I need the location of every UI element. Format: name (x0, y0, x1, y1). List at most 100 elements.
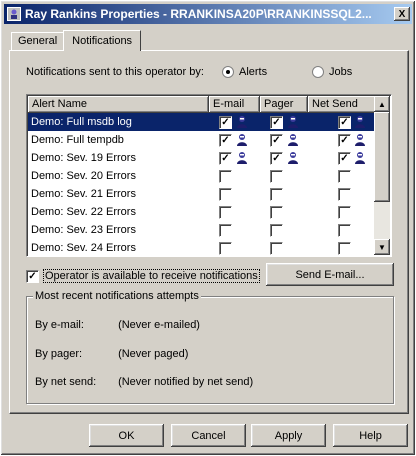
email-notify-cell (209, 113, 260, 131)
email-notify-checkbox[interactable] (219, 116, 232, 129)
apply-button[interactable]: Apply (251, 424, 326, 447)
email-notify-checkbox[interactable] (219, 242, 232, 255)
list-header: Alert Name E-mail Pager Net Send (28, 96, 380, 113)
alert-name-cell: Demo: Sev. 22 Errors (31, 206, 136, 218)
send-email-button[interactable]: Send E-mail... (266, 263, 394, 286)
column-email[interactable]: E-mail (209, 96, 260, 113)
table-row[interactable]: Demo: Sev. 23 Errors (28, 221, 380, 239)
pager-notify-checkbox[interactable] (270, 152, 283, 165)
properties-dialog: Ray Rankins Properties - RRANKINSA20P\RR… (0, 0, 416, 456)
table-row[interactable]: Demo: Sev. 21 Errors (28, 185, 380, 203)
email-notify-checkbox[interactable] (219, 134, 232, 147)
email-notify-cell (209, 185, 260, 203)
column-pager[interactable]: Pager (260, 96, 308, 113)
netsend-notify-checkbox[interactable] (338, 188, 351, 201)
pager-notify-cell (260, 149, 308, 167)
radio-alerts[interactable]: Alerts (222, 66, 267, 78)
operator-icon (353, 151, 367, 165)
tab-notifications[interactable]: Notifications (63, 30, 142, 51)
email-notify-cell (209, 131, 260, 149)
radio-alerts-indicator (222, 66, 234, 78)
pager-notify-cell (260, 221, 308, 239)
cancel-button[interactable]: Cancel (171, 424, 246, 447)
recent-pager-label: By pager: (35, 348, 83, 360)
netsend-notify-cell (308, 185, 380, 203)
netsend-notify-checkbox[interactable] (338, 170, 351, 183)
pager-notify-cell (260, 203, 308, 221)
alert-name-cell: Demo: Full msdb log (28, 113, 209, 131)
group-title: Most recent notifications attempts (33, 290, 201, 302)
recent-pager-row: By pager: (Never paged) (35, 348, 188, 360)
netsend-notify-cell (308, 239, 380, 256)
scroll-thumb[interactable] (374, 112, 390, 202)
email-notify-cell (209, 239, 260, 256)
table-row[interactable]: Demo: Full msdb log (28, 113, 380, 131)
email-notify-checkbox[interactable] (219, 170, 232, 183)
table-row[interactable]: Demo: Full tempdb (28, 131, 380, 149)
list-rows: Demo: Full msdb log Demo: Full tempdb Demo… (28, 113, 380, 256)
netsend-notify-checkbox[interactable] (338, 224, 351, 237)
netsend-notify-cell (308, 131, 380, 149)
help-button[interactable]: Help (333, 424, 408, 447)
alert-name-cell: Demo: Sev. 19 Errors (31, 152, 136, 164)
email-notify-cell (209, 167, 260, 185)
email-notify-checkbox[interactable] (219, 152, 232, 165)
column-net-send[interactable]: Net Send (308, 96, 380, 113)
operator-icon (286, 151, 300, 165)
operator-icon (7, 7, 21, 21)
netsend-notify-checkbox[interactable] (338, 206, 351, 219)
email-notify-checkbox[interactable] (219, 206, 232, 219)
pager-notify-checkbox[interactable] (270, 224, 283, 237)
netsend-notify-cell (308, 113, 380, 131)
alerts-list[interactable]: Alert Name E-mail Pager Net Send Demo: F… (26, 94, 392, 257)
pager-notify-checkbox[interactable] (270, 170, 283, 183)
pager-notify-checkbox[interactable] (270, 242, 283, 255)
pager-notify-checkbox[interactable] (270, 206, 283, 219)
tab-general[interactable]: General (11, 32, 65, 50)
alert-name-cell: Demo: Sev. 23 Errors (31, 224, 136, 236)
tab-strip: General Notifications (11, 30, 142, 51)
recent-netsend-value: (Never notified by net send) (118, 376, 254, 388)
email-notify-checkbox[interactable] (219, 224, 232, 237)
email-notify-checkbox[interactable] (219, 188, 232, 201)
notify-by-row: Notifications sent to this operator by: … (26, 64, 396, 80)
radio-jobs[interactable]: Jobs (312, 66, 352, 78)
column-alert-name[interactable]: Alert Name (28, 96, 209, 113)
netsend-notify-cell (308, 167, 380, 185)
close-icon[interactable]: X (394, 7, 410, 21)
recent-notifications-group: Most recent notifications attempts By e-… (26, 290, 394, 404)
operator-icon (353, 133, 367, 147)
table-row[interactable]: Demo: Sev. 22 Errors (28, 203, 380, 221)
alert-name-cell: Demo: Sev. 20 Errors (31, 170, 136, 182)
pager-notify-cell (260, 113, 308, 131)
netsend-notify-checkbox[interactable] (338, 116, 351, 129)
title-bar[interactable]: Ray Rankins Properties - RRANKINSA20P\RR… (4, 4, 412, 24)
available-checkbox-box: ✓ (26, 269, 39, 283)
pager-notify-cell (260, 167, 308, 185)
netsend-notify-cell (308, 203, 380, 221)
scroll-up-icon[interactable]: ▲ (374, 96, 390, 112)
netsend-notify-checkbox[interactable] (338, 134, 351, 147)
netsend-notify-checkbox[interactable] (338, 242, 351, 255)
available-checkbox[interactable]: ✓ Operator is available to receive notif… (26, 269, 260, 283)
email-notify-cell (209, 203, 260, 221)
alert-name-cell: Demo: Sev. 24 Errors (31, 242, 136, 254)
netsend-notify-cell (308, 149, 380, 167)
pager-notify-checkbox[interactable] (270, 116, 283, 129)
table-row[interactable]: Demo: Sev. 19 Errors (28, 149, 380, 167)
pager-notify-checkbox[interactable] (270, 134, 283, 147)
pager-notify-checkbox[interactable] (270, 188, 283, 201)
table-row[interactable]: Demo: Sev. 24 Errors (28, 239, 380, 256)
pager-notify-cell (260, 239, 308, 256)
netsend-notify-checkbox[interactable] (338, 152, 351, 165)
operator-icon (235, 133, 249, 147)
netsend-notify-cell (308, 221, 380, 239)
ok-button[interactable]: OK (89, 424, 164, 447)
scroll-down-icon[interactable]: ▼ (374, 239, 390, 255)
notifications-panel: Notifications sent to this operator by: … (9, 50, 409, 414)
table-row[interactable]: Demo: Sev. 20 Errors (28, 167, 380, 185)
email-notify-cell (209, 149, 260, 167)
vertical-scrollbar[interactable]: ▲ ▼ (374, 96, 390, 255)
available-checkbox-label: Operator is available to receive notific… (43, 269, 260, 283)
recent-email-row: By e-mail: (Never e-mailed) (35, 319, 200, 331)
